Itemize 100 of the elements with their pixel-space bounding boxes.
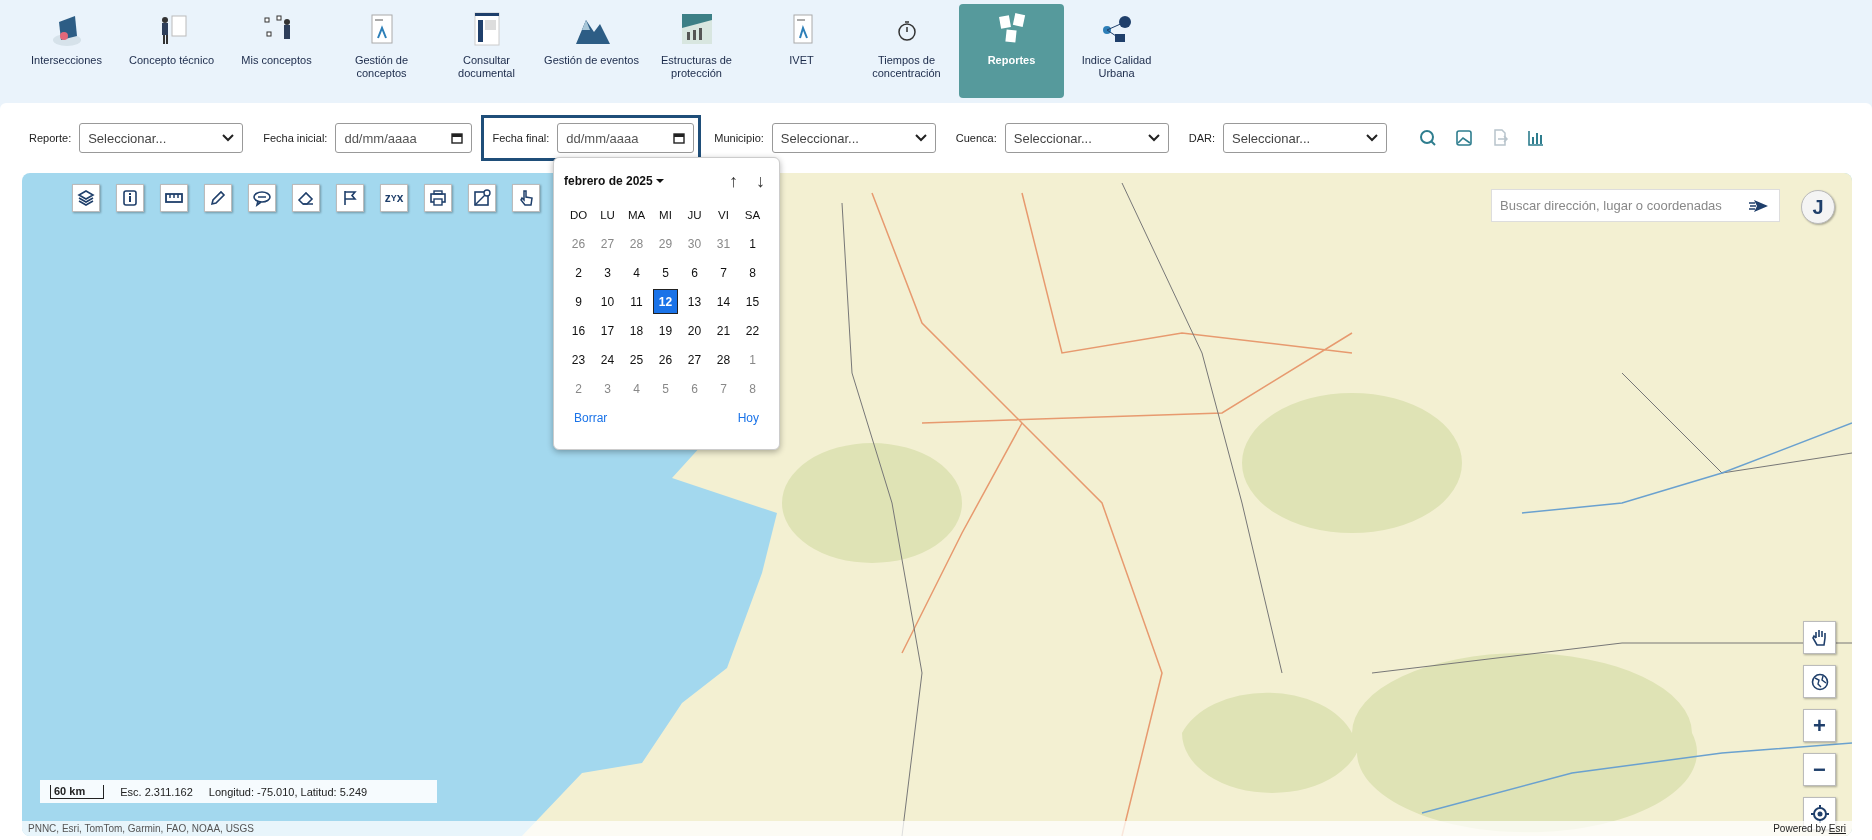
- weekday-label: DO: [568, 207, 589, 223]
- nav-tab[interactable]: Indice Calidad Urbana: [1064, 4, 1169, 98]
- calendar-day[interactable]: 19: [651, 316, 680, 345]
- info-icon: [120, 188, 140, 208]
- dropdown[interactable]: Seleccionar...: [1223, 123, 1388, 153]
- calendar-day[interactable]: 6: [680, 374, 709, 403]
- calendar-day[interactable]: 7: [709, 258, 738, 287]
- calendar-day[interactable]: 28: [709, 345, 738, 374]
- calendar-day[interactable]: 14: [709, 287, 738, 316]
- month-selector[interactable]: febrero de 2025: [564, 174, 664, 188]
- calendar-day[interactable]: 24: [593, 345, 622, 374]
- calendar-day[interactable]: 17: [593, 316, 622, 345]
- calendar-day[interactable]: 23: [564, 345, 593, 374]
- calendar-day[interactable]: 2: [564, 374, 593, 403]
- calendar-icon[interactable]: [673, 132, 686, 144]
- calendar-day[interactable]: 6: [680, 258, 709, 287]
- attribution-text: PNNC, Esri, TomTom, Garmin, FAO, NOAA, USGS: [28, 823, 254, 834]
- calendar-day[interactable]: 8: [738, 374, 767, 403]
- nav-tab[interactable]: Gestión de conceptos: [329, 4, 434, 98]
- field-label: Fecha inicial:: [263, 132, 328, 144]
- esri-link[interactable]: Esri: [1828, 823, 1846, 834]
- calendar-day[interactable]: 27: [593, 229, 622, 258]
- calendar-day[interactable]: 8: [738, 258, 767, 287]
- calendar-day[interactable]: 4: [622, 258, 651, 287]
- previous-month-button[interactable]: ↑: [729, 170, 738, 192]
- field-label: Fecha final:: [492, 132, 550, 144]
- hand-pointer-button[interactable]: [512, 184, 540, 212]
- field-label: DAR:: [1188, 132, 1216, 144]
- calendar-day[interactable]: 26: [564, 229, 593, 258]
- powered-by-text: Powered by Esri: [1773, 823, 1846, 834]
- speech-bubble-icon: [252, 188, 272, 208]
- calendar-day[interactable]: 15: [738, 287, 767, 316]
- calendar-day[interactable]: 2: [564, 258, 593, 287]
- globe-button[interactable]: [1803, 665, 1836, 698]
- calendar-day[interactable]: 9: [564, 287, 593, 316]
- layers-icon: [76, 188, 96, 208]
- weekday-label: MI: [658, 207, 673, 223]
- calendar-day[interactable]: 21: [709, 316, 738, 345]
- calendar-icon[interactable]: [451, 132, 464, 144]
- weekday-label: VI: [717, 207, 730, 223]
- calendar-day[interactable]: 26: [651, 345, 680, 374]
- pencil-button[interactable]: [204, 184, 232, 212]
- chevron-icon: [222, 134, 235, 142]
- dropdown[interactable]: Seleccionar...: [79, 123, 244, 153]
- chevron-icon: [1147, 134, 1160, 142]
- layers-button[interactable]: [72, 184, 100, 212]
- calendar-day[interactable]: 28: [622, 229, 651, 258]
- calendar-day[interactable]: 1: [738, 345, 767, 374]
- calendar-day[interactable]: 12: [653, 289, 678, 314]
- calendar-day[interactable]: 13: [680, 287, 709, 316]
- weekday-label: JU: [686, 207, 703, 223]
- calendar-day[interactable]: 5: [651, 374, 680, 403]
- zoom-in-button[interactable]: +: [1803, 709, 1836, 742]
- calendar-day[interactable]: 1: [738, 229, 767, 258]
- speech-bubble-button[interactable]: [248, 184, 276, 212]
- pan-button[interactable]: [1803, 621, 1836, 654]
- nav-tab[interactable]: Concepto técnico: [119, 4, 224, 98]
- flag-button[interactable]: [336, 184, 364, 212]
- calendar-day[interactable]: 25: [622, 345, 651, 374]
- printer-button[interactable]: [424, 184, 452, 212]
- send-icon[interactable]: [1748, 198, 1770, 214]
- clear-link[interactable]: Borrar: [574, 411, 608, 425]
- calendar-day[interactable]: 27: [680, 345, 709, 374]
- info-button[interactable]: [116, 184, 144, 212]
- chevron-icon: [914, 134, 927, 142]
- image-icon[interactable]: [1454, 128, 1475, 148]
- ruler-button[interactable]: [160, 184, 188, 212]
- nav-tab[interactable]: Gestión de eventos: [539, 4, 644, 98]
- calendar-day[interactable]: 4: [622, 374, 651, 403]
- calendar-day[interactable]: 31: [709, 229, 738, 258]
- calendar-day[interactable]: 16: [564, 316, 593, 345]
- calendar-day[interactable]: 29: [651, 229, 680, 258]
- today-link[interactable]: Hoy: [737, 411, 759, 425]
- eraser-button[interactable]: [292, 184, 320, 212]
- dropdown[interactable]: Seleccionar...: [1004, 123, 1169, 153]
- calendar-day[interactable]: 11: [622, 287, 651, 316]
- nav-tab[interactable]: Tiempos de concentración: [854, 4, 959, 98]
- calendar-day[interactable]: 18: [622, 316, 651, 345]
- nav-tab[interactable]: Mis conceptos: [224, 4, 329, 98]
- zoom-out-button[interactable]: −: [1803, 753, 1836, 786]
- calendar-day[interactable]: 10: [593, 287, 622, 316]
- calendar-day[interactable]: 7: [709, 374, 738, 403]
- dropdown[interactable]: Seleccionar...: [771, 123, 936, 153]
- weekday-label: MA: [626, 207, 647, 223]
- calendar-day[interactable]: 3: [593, 374, 622, 403]
- printer-icon: [428, 188, 448, 208]
- nav-tab[interactable]: Intersecciones: [14, 4, 119, 98]
- date-field[interactable]: dd/mm/aaaa: [335, 123, 473, 153]
- nav-tab[interactable]: Consultar documental: [434, 4, 539, 98]
- calendar-day[interactable]: 20: [680, 316, 709, 345]
- calendar-day[interactable]: 3: [593, 258, 622, 287]
- search-field[interactable]: Buscar dirección, lugar o coordenadas: [1491, 189, 1780, 222]
- calendar-day[interactable]: 30: [680, 229, 709, 258]
- calendar-day[interactable]: 5: [651, 258, 680, 287]
- scale-bar: 60 km: [50, 784, 105, 799]
- next-month-button[interactable]: ↓: [756, 170, 765, 192]
- date-field[interactable]: dd/mm/aaaa: [557, 123, 695, 153]
- nav-tab[interactable]: IVET: [749, 4, 854, 98]
- nav-tab[interactable]: Estructuras de protección: [644, 4, 749, 98]
- calendar-day[interactable]: 22: [738, 316, 767, 345]
